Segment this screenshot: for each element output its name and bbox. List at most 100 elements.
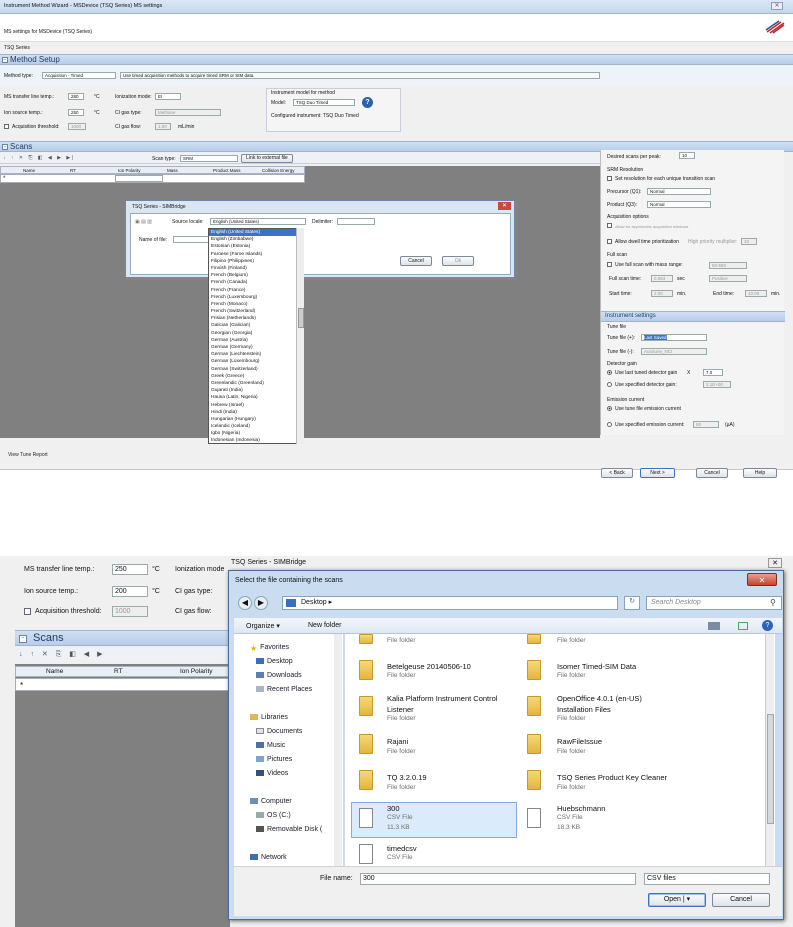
close-icon[interactable]: ✕ <box>747 573 777 586</box>
search-input[interactable]: Search Desktop <box>646 596 782 610</box>
name-of-file-input[interactable] <box>173 236 209 243</box>
address-bar[interactable]: Desktop ▸ <box>282 596 618 610</box>
nav-pictures[interactable]: Pictures <box>256 756 292 763</box>
view-tune-report-link[interactable]: View Tune Report <box>8 452 48 458</box>
source-locale-select[interactable]: English (United States) <box>210 218 306 225</box>
ms-transfer-input[interactable]: 250 <box>112 564 148 575</box>
file-name-betelgeuse[interactable]: Betelgeuse 20140506-10 <box>387 662 471 671</box>
locale-option[interactable]: Hausa (Latin, Nigeria) <box>209 394 303 401</box>
scrollbar-thumb[interactable] <box>298 308 304 328</box>
locale-option[interactable]: French (Luxembourg) <box>209 294 303 301</box>
file-type-filter[interactable]: CSV files <box>644 873 770 885</box>
tune-file-minus-select[interactable]: Autotune_NCI <box>641 348 707 355</box>
ci-gas-flow-input[interactable]: 1.00 <box>155 123 171 130</box>
locale-option[interactable]: Hebrew (Israel) <box>209 402 303 409</box>
emission-input[interactable]: 50 <box>693 421 719 428</box>
nav-desktop[interactable]: Desktop <box>256 658 293 665</box>
nav-favorites[interactable]: ★ Favorites <box>250 644 289 653</box>
cancel-button[interactable]: Cancel <box>696 468 728 478</box>
locale-option[interactable]: Georgian (Georgia) <box>209 330 303 337</box>
ok-button[interactable]: Ok <box>442 256 474 266</box>
locale-option[interactable]: Indonesian (Indonesia) <box>209 437 303 443</box>
close-icon[interactable]: ✕ <box>768 558 782 568</box>
open-button[interactable]: Open | ▾ <box>648 893 706 907</box>
collapse-icon[interactable]: − <box>2 144 8 150</box>
locale-option[interactable]: French (Monaco) <box>209 301 303 308</box>
nav-scrollbar[interactable] <box>334 634 342 866</box>
nav-downloads[interactable]: Downloads <box>256 672 302 679</box>
locale-option[interactable]: Igbo (Nigeria) <box>209 430 303 437</box>
locale-option[interactable]: Greenlandic (Greenland) <box>209 380 303 387</box>
link-external-button[interactable]: Link to external file <box>241 154 293 163</box>
forward-arrow-icon[interactable]: ▶ <box>254 596 268 610</box>
last-tuned-radio[interactable] <box>607 370 612 377</box>
specified-gain-radio[interactable] <box>607 382 612 389</box>
toolbar-icons[interactable]: ↓ ↑ ✕ ⎘ ◧ ◀ ▶ <box>19 650 106 659</box>
locale-option[interactable]: German (Switzerland) <box>209 366 303 373</box>
set-resolution-checkbox[interactable] <box>607 176 612 183</box>
nav-recent-places[interactable]: Recent Places <box>256 686 312 693</box>
nav-network[interactable]: Network <box>250 854 287 861</box>
high-priority-input[interactable]: 10 <box>741 238 757 245</box>
ion-source-input[interactable]: 250 <box>68 109 84 116</box>
locale-option[interactable]: German (Liechtenstein) <box>209 351 303 358</box>
precursor-select[interactable]: Normal <box>647 188 711 195</box>
ionization-select[interactable]: EI <box>155 93 181 100</box>
back-arrow-icon[interactable]: ◀ <box>238 596 252 610</box>
ion-source-input[interactable]: 200 <box>112 586 148 597</box>
ci-gas-type-select[interactable]: Methane <box>155 109 221 116</box>
tune-file-plus-select[interactable]: Last Saved <box>641 334 707 341</box>
nav-computer[interactable]: Computer <box>250 798 292 805</box>
use-full-scan-checkbox[interactable] <box>607 262 612 269</box>
file-name-isomer[interactable]: Isomer Timed-SIM Data <box>557 662 636 671</box>
allow-asym-checkbox[interactable] <box>607 223 612 230</box>
file-name-kalia[interactable]: Kalia Platform Instrument Control <box>387 694 497 703</box>
file-name-rajani[interactable]: Rajani <box>387 737 408 746</box>
locale-option[interactable]: German (Luxembourg) <box>209 358 303 365</box>
locale-option[interactable]: Faroese (Faroe Islands) <box>209 251 303 258</box>
locale-option[interactable]: German (Austria) <box>209 337 303 344</box>
refresh-icon[interactable]: ↻ <box>624 596 640 610</box>
allow-dwell-checkbox[interactable] <box>607 239 612 246</box>
dropdown-scrollbar[interactable] <box>296 228 304 444</box>
locale-option[interactable]: Gujarati (India) <box>209 387 303 394</box>
nav-libraries[interactable]: Libraries <box>250 714 288 721</box>
preview-pane-icon[interactable] <box>738 622 748 630</box>
model-select[interactable]: TSQ Duo Timed <box>293 99 355 106</box>
locale-option[interactable]: Filipino (Philippines) <box>209 258 303 265</box>
ms-transfer-input[interactable]: 280 <box>68 93 84 100</box>
locale-option[interactable]: Frisian (Netherlands) <box>209 315 303 322</box>
tune-emission-radio[interactable] <box>607 406 612 413</box>
nav-videos[interactable]: Videos <box>256 770 288 777</box>
end-time-input[interactable]: 10.00 <box>745 290 767 297</box>
collapse-icon[interactable]: − <box>2 57 8 63</box>
acq-threshold-checkbox[interactable] <box>24 608 31 617</box>
locale-option[interactable]: Finnish (Finland) <box>209 265 303 272</box>
locale-option[interactable]: Greek (Greece) <box>209 373 303 380</box>
gain-input[interactable]: 7.0 <box>703 369 723 376</box>
nav-documents[interactable]: Documents <box>256 728 302 735</box>
locale-option[interactable]: French (Switzerland) <box>209 308 303 315</box>
close-icon[interactable]: ✕ <box>498 202 511 210</box>
method-type-select[interactable]: Acquisition - Timed <box>42 72 116 79</box>
new-row[interactable]: * <box>0 174 305 183</box>
locale-option[interactable]: Estonian (Estonia) <box>209 243 303 250</box>
close-icon[interactable]: ✕ <box>771 2 783 10</box>
instrument-settings-header[interactable]: Instrument settings <box>601 311 785 322</box>
view-options-icon[interactable] <box>708 622 720 630</box>
scans-header[interactable]: − Scans <box>15 630 230 646</box>
organize-button[interactable]: Organize ▾ <box>246 622 280 630</box>
cancel-button[interactable]: Cancel <box>400 256 432 266</box>
locale-option[interactable]: Hungarian (Hungary) <box>209 416 303 423</box>
cancel-button[interactable]: Cancel <box>712 893 770 907</box>
file-name-tsq[interactable]: TSQ Series Product Key Cleaner <box>557 773 667 782</box>
ion-polarity-cell[interactable] <box>115 175 163 182</box>
file-name-huebschmann[interactable]: Huebschmann <box>557 804 605 813</box>
new-folder-button[interactable]: New folder <box>308 622 341 629</box>
file-name-rawfileissue[interactable]: RawFileIssue <box>557 737 602 746</box>
delimiter-select[interactable] <box>337 218 375 225</box>
specified-emission-radio[interactable] <box>607 422 612 429</box>
locale-option[interactable]: English (Zimbabwe) <box>209 236 303 243</box>
file-name-tq[interactable]: TQ 3.2.0.19 <box>387 773 427 782</box>
full-scan-time-input[interactable]: 0.083 <box>651 275 673 282</box>
